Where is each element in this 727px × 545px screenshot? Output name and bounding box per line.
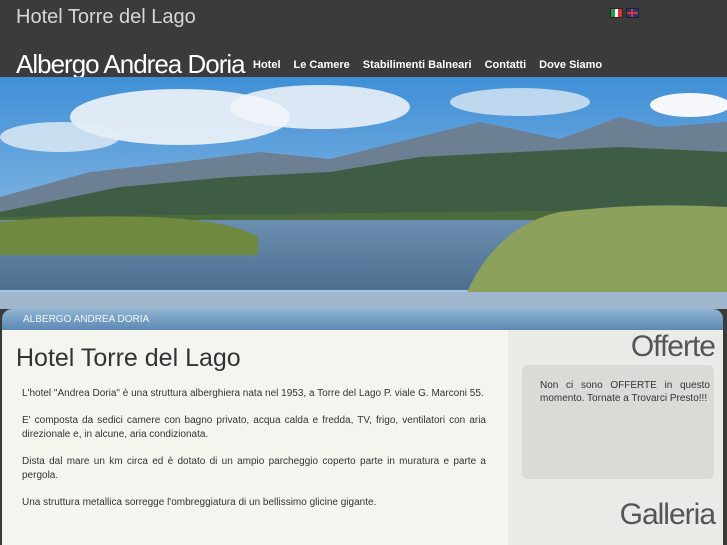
paragraph: Dista dal mare un km circa ed è dotato d…: [22, 456, 486, 481]
english-flag-icon[interactable]: [626, 8, 639, 18]
nav-contatti[interactable]: Contatti: [485, 59, 527, 71]
header: Hotel Torre del Lago Albergo Andrea Dori…: [0, 0, 727, 80]
brand-logo[interactable]: Albergo Andrea Doria: [16, 49, 246, 80]
sidebar: Offerte Non ci sono OFFERTE in questo mo…: [508, 330, 723, 545]
nav-stabilimenti-balneari[interactable]: Stabilimenti Balneari: [363, 59, 472, 71]
site-title: Hotel Torre del Lago: [16, 6, 196, 28]
galleria-heading: Galleria: [619, 498, 716, 531]
breadcrumb[interactable]: ALBERGO ANDREA DORIA: [23, 314, 149, 325]
paragraph: L'hotel "Andrea Doria" è una struttura a…: [22, 388, 484, 399]
paragraph: E' composta da sedici camere con bagno p…: [22, 415, 486, 440]
language-switcher: [610, 8, 639, 18]
offerte-text: Non ci sono OFFERTE in questo momento. T…: [540, 380, 710, 404]
content-body: L'hotel "Andrea Doria" è una struttura a…: [22, 387, 486, 523]
paragraph: Una struttura metallica sorregge l'ombre…: [22, 497, 377, 508]
main-nav: Hotel Le Camere Stabilimenti Balneari Co…: [253, 59, 602, 71]
hero-image: [0, 77, 727, 309]
nav-dove-siamo[interactable]: Dove Siamo: [539, 59, 602, 71]
italian-flag-icon[interactable]: [610, 8, 623, 18]
breadcrumb-bar: ALBERGO ANDREA DORIA: [2, 309, 723, 330]
offerte-box: Non ci sono OFFERTE in questo momento. T…: [522, 365, 714, 479]
nav-le-camere[interactable]: Le Camere: [294, 59, 350, 71]
offerte-heading: Offerte: [630, 330, 716, 363]
nav-hotel[interactable]: Hotel: [253, 59, 281, 71]
page-title: Hotel Torre del Lago: [16, 344, 241, 372]
main-content: Hotel Torre del Lago L'hotel "Andrea Dor…: [2, 330, 508, 545]
